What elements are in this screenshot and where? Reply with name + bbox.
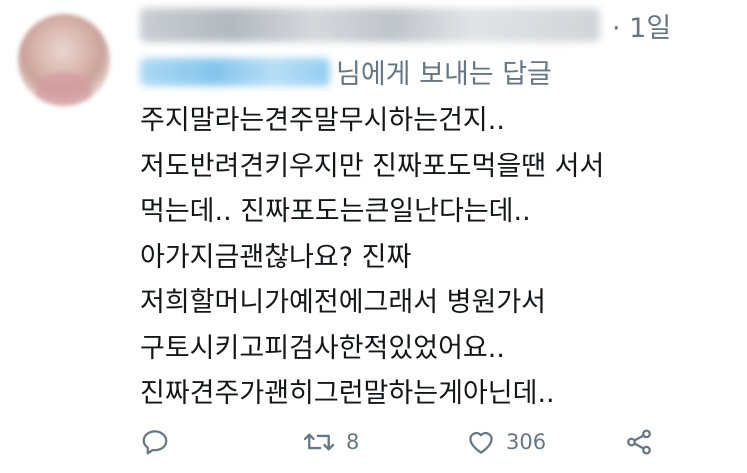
avatar[interactable] — [18, 14, 110, 106]
tweet-text-line: 진짜견주가괜히그런말하는게아닌데.. — [140, 378, 555, 409]
blurred-display-name[interactable] — [140, 8, 600, 42]
tweet-text-line: 먹는데.. 진짜포도는큰일난다는데.. — [140, 196, 531, 227]
retweet-icon — [302, 427, 336, 457]
share-icon — [624, 427, 654, 457]
reply-context: 님에게 보내는 답글 — [140, 52, 610, 92]
timestamp[interactable]: · 1일 — [612, 6, 671, 45]
tweet-text-line: 아가지금괜찮나요? 진짜 — [140, 241, 412, 273]
speech-bubble-icon — [140, 427, 170, 457]
like-button[interactable]: 306 — [466, 420, 546, 464]
tweet-actions: 8 306 — [140, 420, 740, 464]
like-count: 306 — [506, 430, 547, 454]
tweet-text-line: 저도반려견키우지만 진짜포도먹을땐 서서 — [140, 150, 605, 182]
share-button[interactable] — [624, 420, 654, 464]
blurred-reply-handle[interactable] — [140, 58, 330, 86]
retweet-count: 8 — [346, 430, 360, 454]
tweet-text: 주지말라는견주말무시하는건지.. 저도반려견키우지만 진짜포도먹을땐 서서 먹는… — [140, 98, 740, 417]
heart-icon — [466, 427, 496, 457]
tweet-text-line: 구토시키고피검사한적있었어요.. — [140, 332, 505, 364]
tweet-text-line: 저희할머니가예전에그래서 병원가서 — [140, 287, 547, 318]
reply-button[interactable] — [140, 420, 170, 464]
tweet-text-line: 주지말라는견주말무시하는건지.. — [140, 105, 505, 136]
retweet-button[interactable]: 8 — [302, 420, 359, 464]
reply-context-label: 님에게 보내는 답글 — [336, 59, 552, 90]
